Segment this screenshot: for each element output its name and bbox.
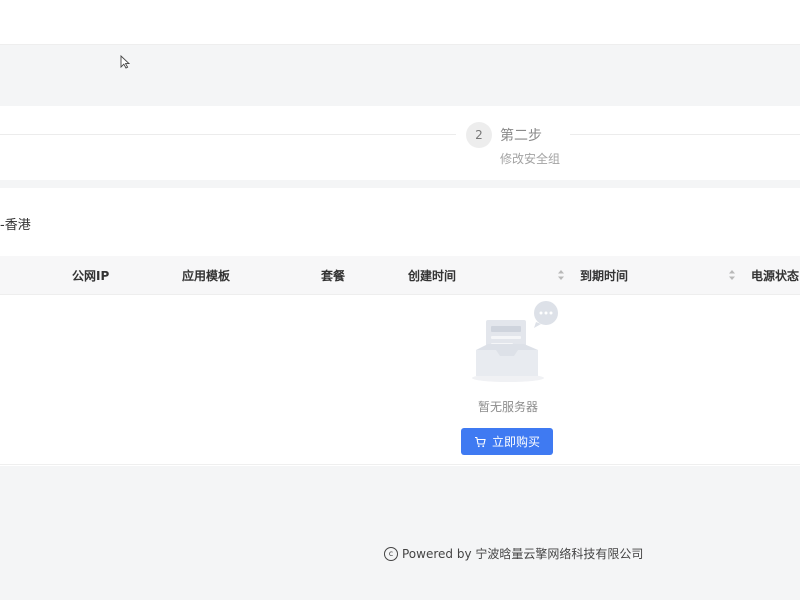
column-expire-time[interactable]: 到期时间 xyxy=(580,267,628,284)
buy-now-label: 立即购买 xyxy=(491,435,540,449)
steps-panel: 2 第二步 修改安全组 xyxy=(0,106,800,180)
mouse-cursor-icon xyxy=(120,55,130,69)
step-2-number: 2 xyxy=(466,122,492,148)
sort-icon[interactable] xyxy=(728,269,736,281)
step-connector xyxy=(0,134,456,135)
region-label: -香港 xyxy=(0,218,31,233)
buy-now-button[interactable]: 立即购买 xyxy=(461,428,553,455)
column-plan: 套餐 xyxy=(321,269,346,283)
column-app-template: 应用模板 xyxy=(182,269,231,283)
empty-inbox-icon xyxy=(472,301,558,382)
step-connector xyxy=(570,134,800,135)
cart-icon xyxy=(474,436,486,447)
column-created-time[interactable]: 创建时间 xyxy=(408,267,456,284)
server-list-card: -香港 公网IP 应用模板 套餐 创建时间 到期时间 电源状态 暂无服务器 立即… xyxy=(0,188,800,466)
sort-icon[interactable] xyxy=(557,269,565,281)
step-2-description: 修改安全组 xyxy=(500,152,561,166)
footer: c Powered by 宁波晗量云擎网络科技有限公司 xyxy=(384,545,643,562)
divider xyxy=(0,464,800,465)
column-public-ip: 公网IP xyxy=(72,269,110,283)
step-2-title: 第二步 xyxy=(500,128,542,144)
table-header: 公网IP 应用模板 套餐 创建时间 到期时间 电源状态 xyxy=(0,256,800,295)
copyright-icon: c xyxy=(384,546,398,561)
empty-text: 暂无服务器 xyxy=(478,400,539,414)
top-bar xyxy=(0,0,800,45)
footer-text: Powered by 宁波晗量云擎网络科技有限公司 xyxy=(402,547,644,561)
column-power-status: 电源状态 xyxy=(751,269,800,283)
